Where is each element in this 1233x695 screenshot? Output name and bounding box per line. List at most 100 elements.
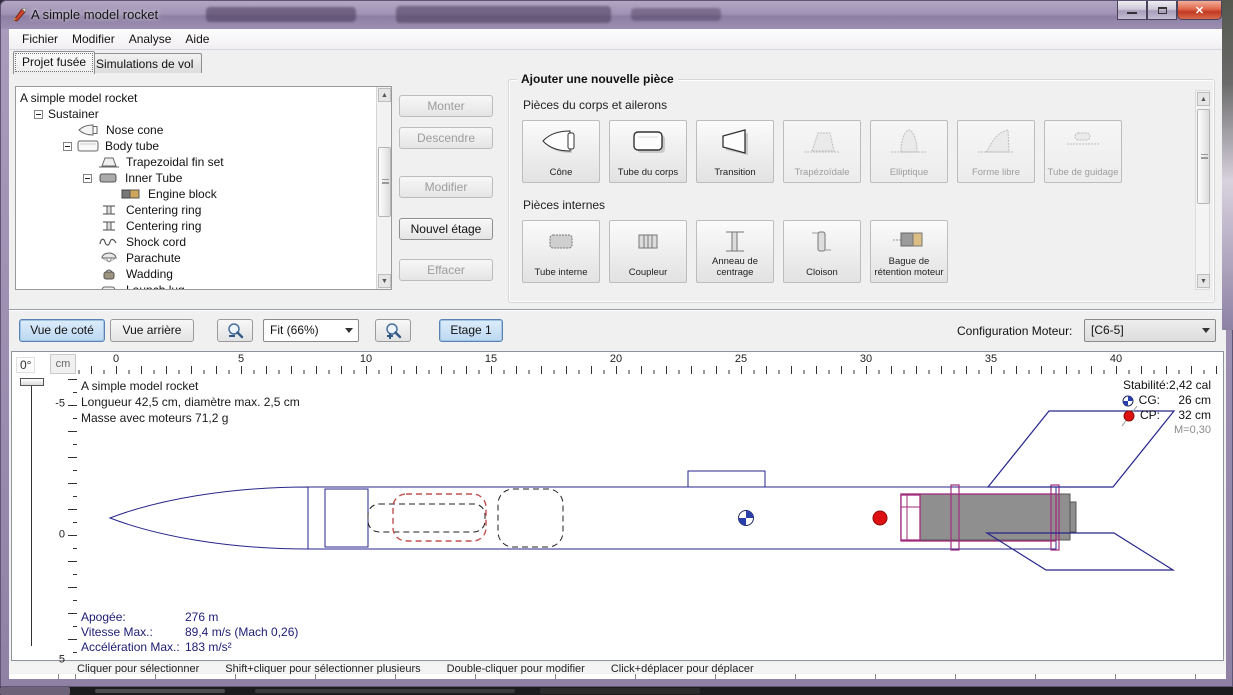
part-button-elliptical-fin[interactable]: Elliptique [870, 120, 948, 183]
tree-row-shock-cord[interactable]: Shock cord [20, 234, 391, 250]
transition-part-icon [713, 125, 757, 159]
h-ruler-tick-label: 25 [735, 353, 747, 365]
tab-flight-simulations[interactable]: Simulations de vol [87, 53, 202, 73]
minimize-button[interactable] [1117, 1, 1147, 20]
max-acceleration-value: 183 m/s² [185, 640, 232, 655]
part-button-inner-tube[interactable]: Tube interne [522, 220, 600, 283]
part-button-launch-guide[interactable]: Tube de guidage [1044, 120, 1122, 183]
elliptical-fin-part-icon [887, 125, 931, 159]
background-blur-blob [396, 6, 611, 23]
title-bar[interactable]: A simple model rocket ✕ [1, 1, 1232, 29]
tree-row-body-tube[interactable]: Body tube [20, 138, 391, 154]
engine-block-icon [120, 188, 142, 200]
body-parts-section-label: Pièces du corps et ailerons [523, 98, 667, 112]
engine-block-shape[interactable] [901, 495, 920, 540]
horizontal-ruler: 0 5 10 15 20 25 30 35 40 [77, 354, 1217, 374]
part-button-freeform-fin[interactable]: Forme libre [957, 120, 1035, 183]
parts-scrollbar[interactable]: ▲ ▼ [1195, 90, 1210, 290]
part-button-transition[interactable]: Transition [696, 120, 774, 183]
bulkhead-part-icon [800, 225, 844, 259]
tree-row-engine-block[interactable]: Engine block [20, 186, 391, 202]
split-divider[interactable] [9, 309, 1226, 311]
part-button-centering-ring[interactable]: Anneau de centrage [696, 220, 774, 283]
collapse-icon[interactable] [83, 174, 92, 183]
launch-lug-icon [98, 284, 120, 290]
move-up-button[interactable]: Monter [399, 95, 493, 117]
part-button-nose-cone[interactable]: Cône [522, 120, 600, 183]
maximize-button[interactable] [1147, 1, 1177, 20]
rocket-canvas[interactable]: 0° cm 0 5 10 15 20 25 30 35 40 -5 0 [11, 351, 1224, 661]
menu-aide[interactable]: Aide [178, 30, 216, 48]
close-button[interactable]: ✕ [1177, 1, 1222, 20]
tab-rocket-design[interactable]: Projet fusée [13, 51, 95, 74]
tree-row-centering-ring-2[interactable]: Centering ring [20, 218, 391, 234]
add-part-title: Ajouter une nouvelle pièce [517, 72, 678, 86]
menu-fichier[interactable]: Fichier [15, 30, 65, 48]
menu-analyse[interactable]: Analyse [122, 30, 179, 48]
component-tree[interactable]: A simple model rocket Sustainer Nose con… [15, 86, 392, 290]
scroll-up-icon[interactable]: ▲ [378, 88, 391, 102]
tree-row-centering-ring-1[interactable]: Centering ring [20, 202, 391, 218]
tree-scrollbar[interactable]: ▲ ▼ [376, 87, 391, 289]
edit-button[interactable]: Modifier [399, 176, 493, 198]
stage-toggle-button[interactable]: Etage 1 [439, 319, 503, 342]
new-stage-button[interactable]: Nouvel étage [399, 218, 493, 240]
nose-cone-part-icon [539, 125, 583, 159]
part-button-motor-retainer[interactable]: Bague de rétention moteur [870, 220, 948, 283]
tree-row-root[interactable]: A simple model rocket [20, 90, 391, 106]
tree-row-nose-cone[interactable]: Nose cone [20, 122, 391, 138]
background-taskbar-strip [0, 687, 1233, 695]
part-button-bulkhead[interactable]: Cloison [783, 220, 861, 283]
zoom-out-button[interactable] [217, 319, 253, 342]
rotation-angle-label: 0° [16, 357, 35, 373]
tree-row-wadding[interactable]: Wadding [20, 266, 391, 282]
tree-row-fin-set[interactable]: Trapezoidal fin set [20, 154, 391, 170]
tree-row-stage[interactable]: Sustainer [20, 106, 391, 122]
scroll-up-icon[interactable]: ▲ [1197, 92, 1210, 106]
centering-ring-part-icon [713, 225, 757, 259]
motor-config-label: Configuration Moteur: [957, 324, 1072, 338]
move-down-button[interactable]: Descendre [399, 127, 493, 149]
part-button-coupler[interactable]: Coupleur [609, 220, 687, 283]
centering-ring-icon [98, 220, 120, 232]
part-button-trapezoidal-fin[interactable]: Trapézoïdale [783, 120, 861, 183]
v-ruler-tick-label: -5 [55, 397, 65, 409]
cg-value: 26 cm [1165, 393, 1211, 408]
parts-scroll-thumb[interactable] [1197, 109, 1210, 204]
background-fragment [95, 689, 225, 693]
motor-config-combo[interactable]: [C6-5] [1084, 319, 1216, 342]
tree-row-inner-tube[interactable]: Inner Tube [20, 170, 391, 186]
rocket-mass: Masse avec moteurs 71,2 g [81, 410, 300, 426]
hint-bar: Cliquer pour sélectionner Shift+cliquer … [9, 663, 1226, 673]
zoom-level-combo[interactable]: Fit (66%) [263, 319, 359, 342]
rocket-dimensions: Longueur 42,5 cm, diamètre max. 2,5 cm [81, 394, 300, 410]
launch-lug-shape[interactable] [688, 471, 765, 487]
background-blur-blob [206, 7, 356, 22]
scroll-down-icon[interactable]: ▼ [1197, 274, 1210, 288]
tree-row-launch-lug[interactable]: Launch lug [20, 282, 391, 290]
collapse-icon[interactable] [34, 110, 43, 119]
collapse-icon[interactable] [63, 142, 72, 151]
zoom-in-button[interactable] [375, 319, 411, 342]
cg-label: CG: [1139, 393, 1160, 408]
zoom-out-icon [226, 322, 244, 339]
hint-select: Cliquer pour sélectionner [77, 663, 199, 673]
body-tube-part-icon [626, 125, 670, 159]
vertical-ruler: -5 0 5 [50, 374, 77, 658]
cp-legend-icon [1123, 410, 1135, 422]
rotation-slider-track[interactable] [31, 386, 32, 646]
delete-button[interactable]: Effacer [399, 259, 493, 281]
part-button-body-tube[interactable]: Tube du corps [609, 120, 687, 183]
rotation-slider-thumb[interactable] [20, 378, 44, 386]
scroll-down-icon[interactable]: ▼ [378, 274, 391, 288]
cp-value: 32 cm [1165, 408, 1211, 423]
bottom-ruler-strip [9, 674, 1226, 679]
menu-modifier[interactable]: Modifier [65, 30, 122, 48]
tree-scroll-thumb[interactable] [378, 147, 391, 217]
back-view-button[interactable]: Vue arrière [110, 319, 194, 342]
side-view-button[interactable]: Vue de coté [19, 319, 105, 342]
tree-row-parachute[interactable]: Parachute [20, 250, 391, 266]
app-icon [11, 6, 28, 23]
freeform-fin-part-icon [974, 125, 1018, 159]
h-ruler-tick-label: 35 [985, 353, 997, 365]
